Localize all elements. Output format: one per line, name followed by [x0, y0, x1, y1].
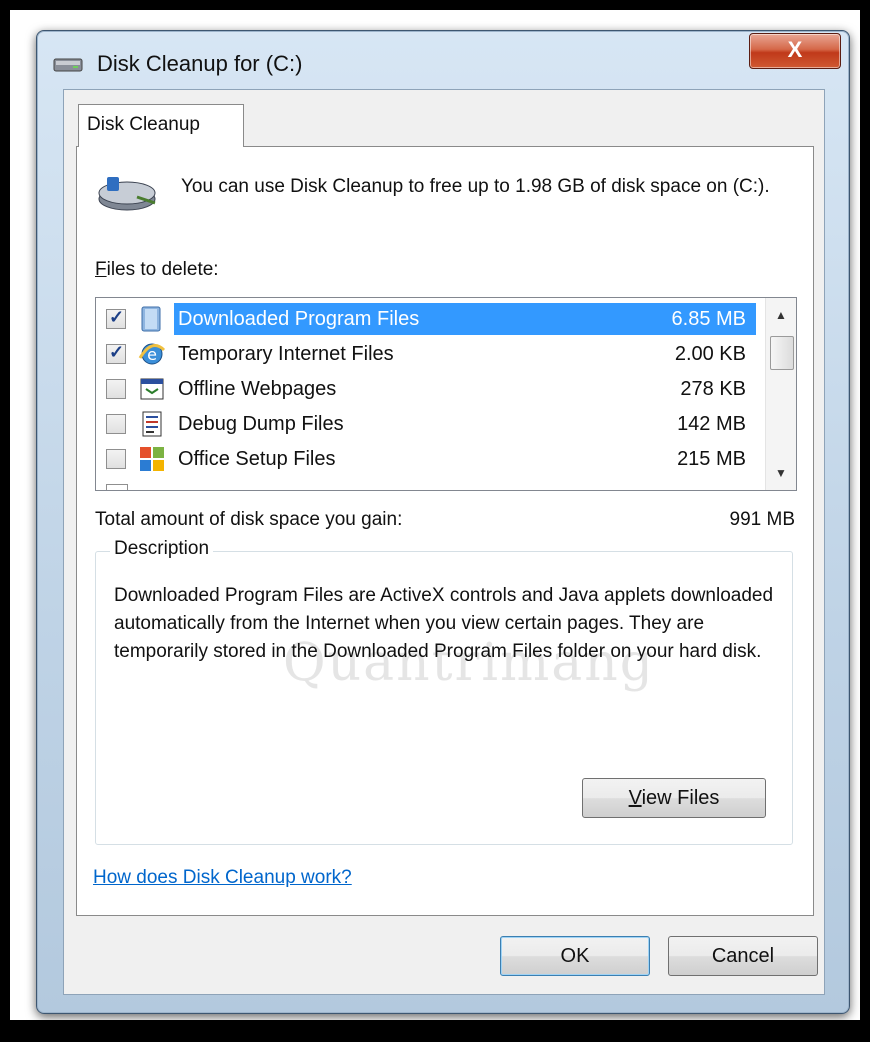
office-setup-icon — [140, 447, 164, 471]
view-files-button[interactable]: View Files — [582, 778, 766, 818]
file-name: Downloaded Program Files — [178, 308, 420, 330]
dialog-client-area: Disk Cleanup You can use Disk Cleanup to… — [63, 89, 825, 995]
tab-label: Disk Cleanup — [87, 114, 200, 135]
file-name: Debug Dump Files — [178, 413, 344, 435]
file-checkbox[interactable] — [106, 449, 126, 469]
scroll-up-arrow-icon[interactable]: ▲ — [766, 302, 796, 328]
total-gain-value: 991 MB — [729, 509, 795, 530]
cancel-button[interactable]: Cancel — [668, 936, 818, 976]
title-bar[interactable]: Disk Cleanup for (C:) X — [37, 31, 849, 93]
files-to-delete-list[interactable]: Downloaded Program Files 6.85 MB e Temporar… — [95, 297, 797, 491]
ok-button[interactable]: OK — [500, 936, 650, 976]
file-size: 6.85 MB — [671, 308, 746, 330]
file-checkbox[interactable] — [106, 379, 126, 399]
offline-webpage-icon — [140, 378, 164, 400]
total-gain-label: Total amount of disk space you gain: — [95, 509, 403, 530]
file-size: 215 MB — [677, 448, 746, 470]
disk-cleanup-icon — [53, 58, 83, 72]
description-group: Description Downloaded Program Files are… — [95, 538, 793, 845]
close-button[interactable]: X — [749, 33, 841, 69]
internet-explorer-icon: e — [138, 343, 166, 365]
file-list-row[interactable]: Offline Webpages 278 KB — [96, 372, 756, 406]
file-list-scrollbar[interactable]: ▲ ▼ — [765, 298, 796, 490]
files-label-text: iles to delete: — [106, 259, 219, 280]
partially-visible-row-checkbox — [106, 484, 128, 490]
file-size: 278 KB — [680, 378, 746, 400]
file-list-row[interactable]: Office Setup Files 215 MB — [96, 442, 756, 476]
description-legend: Description — [110, 538, 214, 560]
tab-disk-cleanup[interactable]: Disk Cleanup — [78, 104, 244, 147]
file-name: Offline Webpages — [178, 378, 337, 400]
tab-panel: You can use Disk Cleanup to free up to 1… — [76, 146, 814, 916]
dump-file-icon — [142, 411, 162, 437]
file-size: 2.00 KB — [674, 343, 746, 365]
file-list-row[interactable]: Debug Dump Files 142 MB — [96, 407, 756, 441]
view-files-label: iew Files — [641, 787, 720, 809]
file-list-row[interactable]: Downloaded Program Files 6.85 MB — [96, 302, 756, 336]
view-files-accelerator: V — [628, 787, 642, 809]
scroll-thumb[interactable] — [770, 336, 794, 370]
file-checkbox[interactable] — [106, 307, 126, 329]
files-to-delete-label: Files to delete: — [95, 259, 219, 281]
window-title: Disk Cleanup for (C:) — [97, 51, 303, 76]
file-list-row[interactable]: e Temporary Internet Files 2.00 KB — [96, 337, 756, 371]
file-name: Temporary Internet Files — [178, 343, 394, 365]
file-checkbox[interactable] — [106, 342, 126, 364]
disk-cleanup-window: Disk Cleanup for (C:) X Disk Cleanup You… — [36, 30, 850, 1014]
file-checkbox[interactable] — [106, 414, 126, 434]
description-text: Downloaded Program Files are ActiveX con… — [114, 585, 774, 662]
files-label-accelerator: F — [95, 259, 107, 280]
folder-icon — [141, 306, 161, 332]
scroll-down-arrow-icon[interactable]: ▼ — [766, 460, 796, 486]
file-name: Office Setup Files — [178, 448, 336, 470]
disk-cleanup-drive-icon — [98, 177, 156, 211]
info-text: You can use Disk Cleanup to free up to 1… — [181, 176, 770, 197]
help-link[interactable]: How does Disk Cleanup work? — [93, 867, 352, 889]
file-size: 142 MB — [677, 413, 746, 435]
